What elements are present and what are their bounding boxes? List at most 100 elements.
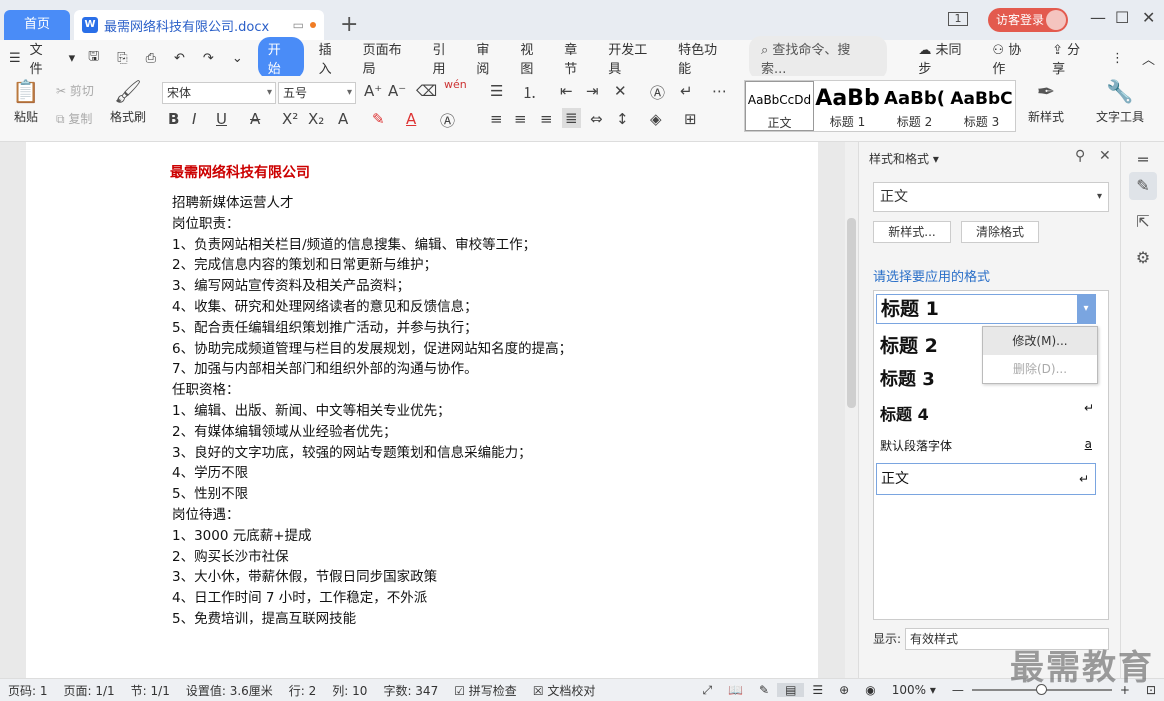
font-name-select[interactable]: 宋体 <box>162 82 276 104</box>
pane-title[interactable]: 样式和格式 ▾ <box>869 150 939 167</box>
new-style-pane-button[interactable]: 新样式... <box>873 221 951 243</box>
document-body[interactable]: 招聘新媒体运营人才 岗位职责： 1、负责网站相关栏目/频道的信息搜集、编辑、审校等工… <box>172 193 572 630</box>
document-line[interactable]: 岗位职责： <box>172 214 572 235</box>
grow-font-icon[interactable]: A⁺ <box>364 82 382 100</box>
collapse-ribbon-icon[interactable]: ︿ <box>1133 49 1164 68</box>
style-normal[interactable]: AaBbCcDd 正文 <box>745 81 814 131</box>
tab-insert[interactable]: 插入 <box>310 39 354 77</box>
menu-file[interactable]: 文件 <box>30 39 65 77</box>
read-mode-icon[interactable]: 📖 <box>720 683 751 697</box>
font-size-select[interactable]: 五号 <box>278 82 356 104</box>
share-button[interactable]: ⇪ 分享 <box>1043 39 1102 77</box>
style-item-normal[interactable]: 正文 ↵ <box>876 463 1096 495</box>
style-pane-icon[interactable]: ✎ <box>1129 172 1157 200</box>
pin-icon[interactable]: ⚲ <box>1075 148 1085 164</box>
document-page[interactable]: 最需网络科技有限公司 招聘新媒体运营人才 岗位职责： 1、负责网站相关栏目/频道的信… <box>26 142 818 678</box>
align-center-icon[interactable]: ≡ <box>514 110 527 128</box>
sync-status[interactable]: ☁ 未同步 <box>909 39 983 77</box>
copy-button[interactable]: ⧉ 复制 <box>56 110 92 127</box>
bullet-list-icon[interactable]: ☰ <box>490 82 503 100</box>
new-style-button[interactable]: ✒ 新样式 <box>1022 80 1070 125</box>
select-icon[interactable]: ⇱ <box>1129 208 1157 236</box>
numbered-list-icon[interactable]: ⒈ <box>522 82 537 103</box>
document-line[interactable]: 3、良好的文字功底，较强的网站专题策划和信息采编能力； <box>172 443 572 464</box>
tab-layout[interactable]: 页面布局 <box>354 39 424 77</box>
zoom-out-icon[interactable]: — <box>944 683 972 697</box>
clear-format-button[interactable]: 清除格式 <box>961 221 1039 243</box>
document-line[interactable]: 7、加强与内部相关部门和组织外部的沟通与协作。 <box>172 359 572 380</box>
drag-handle-icon[interactable]: ═ <box>1129 146 1157 174</box>
paste-button[interactable]: 📋 粘贴 <box>8 80 44 125</box>
scrollbar-thumb[interactable] <box>847 218 856 408</box>
tab-home[interactable]: 首页 <box>4 10 70 40</box>
document-line[interactable]: 1、编辑、出版、新闻、中文等相关专业优先； <box>172 401 572 422</box>
tab-developer[interactable]: 开发工具 <box>599 39 669 77</box>
document-line[interactable]: 2、购买长沙市社保 <box>172 547 572 568</box>
document-line[interactable]: 任职资格： <box>172 380 572 401</box>
properties-icon[interactable]: ⚙ <box>1129 244 1157 272</box>
align-right-icon[interactable]: ≡ <box>540 110 553 128</box>
vertical-scrollbar[interactable] <box>845 142 858 678</box>
italic-icon[interactable]: I <box>192 110 196 128</box>
font-color-icon[interactable]: A <box>406 110 416 128</box>
document-line[interactable]: 2、有媒体编辑领域从业经验者优先； <box>172 422 572 443</box>
eye-protect-icon[interactable]: ◉ <box>857 683 883 697</box>
document-line[interactable]: 岗位待遇： <box>172 505 572 526</box>
tab-features[interactable]: 特色功能 <box>669 39 739 77</box>
cut-button[interactable]: ✂ 剪切 <box>56 82 94 99</box>
show-marks-icon[interactable]: ↵ <box>680 82 693 100</box>
document-line[interactable]: 3、编写网站宣传资料及相关产品资料； <box>172 276 572 297</box>
style-heading2[interactable]: AaBb( 标题 2 <box>881 81 948 131</box>
subscript-icon[interactable]: X₂ <box>308 110 324 128</box>
text-tools-button[interactable]: 🔧 文字工具 <box>1090 80 1150 125</box>
style-heading1[interactable]: AaBb 标题 1 <box>814 81 881 131</box>
chevron-down-icon[interactable]: ▾ <box>1077 295 1095 323</box>
hamburger-icon[interactable]: ☰ <box>0 51 30 66</box>
shrink-font-icon[interactable]: A⁻ <box>388 82 406 100</box>
char-border-icon[interactable]: Ⓐ <box>440 110 455 131</box>
new-tab-button[interactable]: + <box>340 12 358 37</box>
web-view-icon[interactable]: ⊕ <box>831 683 857 697</box>
bold-icon[interactable]: B <box>168 110 179 128</box>
document-line[interactable]: 5、性别不限 <box>172 484 572 505</box>
minimize-button[interactable]: — <box>1090 8 1106 27</box>
status-row[interactable]: 行: 2 <box>281 682 325 699</box>
menu-modify[interactable]: 修改(M)... <box>983 327 1097 355</box>
tab-review[interactable]: 审阅 <box>467 39 511 77</box>
document-line[interactable]: 5、配合责任编辑组织策划推广活动，并参与执行； <box>172 318 572 339</box>
maximize-button[interactable]: ☐ <box>1115 8 1129 27</box>
edit-mode-icon[interactable]: ✎ <box>751 683 777 697</box>
increase-indent-icon[interactable]: ⇥ <box>586 82 599 100</box>
menu-delete[interactable]: 删除(D)... <box>983 355 1097 383</box>
document-line[interactable]: 3、大小休，带薪休假，节假日同步国家政策 <box>172 567 572 588</box>
export-icon[interactable]: ⎘ <box>108 51 136 66</box>
guest-login-button[interactable]: 访客登录 <box>988 8 1068 32</box>
status-section[interactable]: 节: 1/1 <box>123 682 178 699</box>
style-item-heading1[interactable]: 标题 1 ▾ <box>876 294 1096 324</box>
phonetic-icon[interactable]: wén <box>444 78 467 91</box>
fullscreen-icon[interactable]: ⤢ <box>694 683 720 698</box>
document-area[interactable]: 最需网络科技有限公司 招聘新媒体运营人才 岗位职责： 1、负责网站相关栏目/频道的信… <box>0 142 858 678</box>
page-view-icon[interactable]: ▤ <box>777 683 805 697</box>
underline-icon[interactable]: U <box>216 110 227 128</box>
style-item-default-font[interactable]: 默认段落字体 a <box>880 437 1100 454</box>
shading-icon[interactable]: ◈ <box>650 110 662 128</box>
document-line[interactable]: 6、协助完成频道管理与栏目的发展规划，促进网站知名度的提高； <box>172 339 572 360</box>
tab-references[interactable]: 引用 <box>423 39 467 77</box>
tab-stops-icon[interactable]: ⋯ <box>712 82 727 100</box>
tab-document[interactable]: W 最需网络科技有限公司.docx ▭ <box>74 10 324 40</box>
tab-view[interactable]: 视图 <box>511 39 555 77</box>
style-item-heading4[interactable]: 标题 4 ↵ <box>880 401 1100 425</box>
superscript-icon[interactable]: X² <box>282 110 298 128</box>
spellcheck-button[interactable]: ☑ 拼写检查 <box>446 682 525 699</box>
highlight-icon[interactable]: ✎ <box>372 110 385 128</box>
document-line[interactable]: 招聘新媒体运营人才 <box>172 193 572 214</box>
page-badge-icon[interactable]: 1 <box>948 12 968 26</box>
document-line[interactable]: 4、学历不限 <box>172 463 572 484</box>
current-style-select[interactable]: 正文 ▾ <box>873 182 1109 212</box>
chinese-layout-icon[interactable]: ✕ <box>614 82 627 100</box>
borders-icon[interactable]: ⊞ <box>684 110 697 128</box>
clear-format-icon[interactable]: ⌫ <box>416 82 437 100</box>
tab-section[interactable]: 章节 <box>555 39 599 77</box>
search-input[interactable]: ⌕ 查找命令、搜索... <box>748 36 888 80</box>
